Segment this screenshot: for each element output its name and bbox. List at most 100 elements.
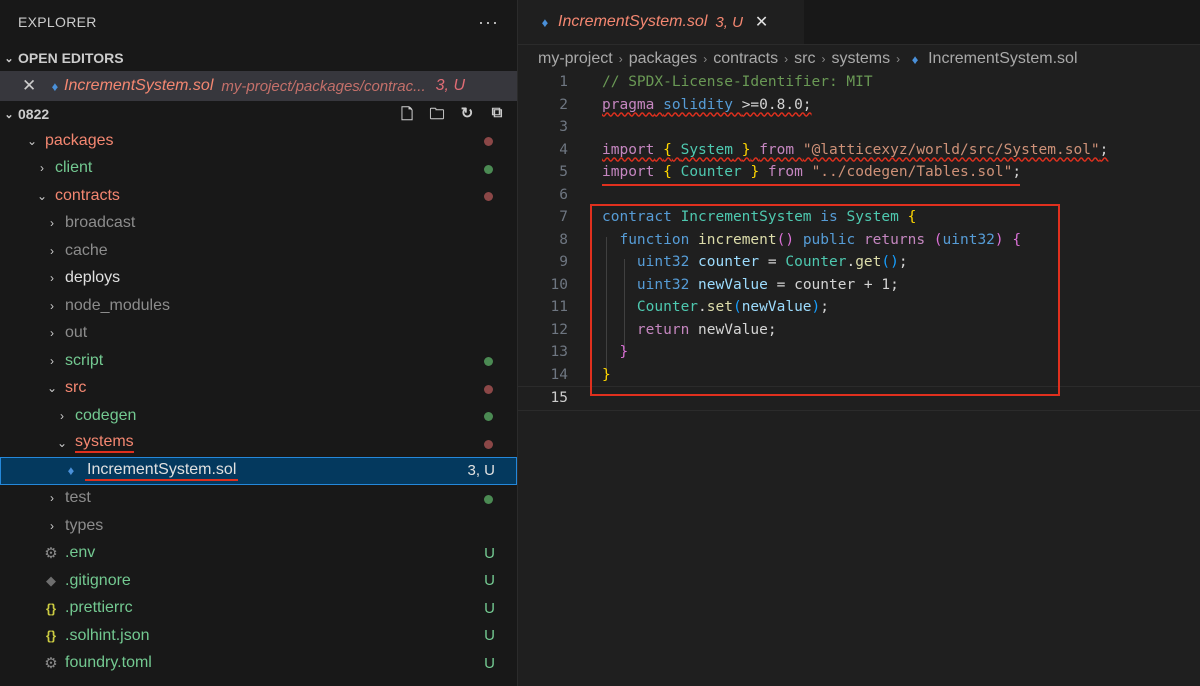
- chevron-right-icon: ›: [50, 243, 54, 258]
- workspace-folder-label: 0822: [18, 106, 50, 122]
- tab-strip: ♦ IncrementSystem.sol 3, U ✕: [518, 0, 1200, 45]
- breadcrumb-item[interactable]: packages: [629, 50, 698, 68]
- open-editor-badge: 3, U: [435, 77, 465, 94]
- chevron-right-icon: ›: [50, 298, 54, 313]
- chevron-right-icon: ›: [50, 518, 54, 533]
- tree-item-prettierrc[interactable]: {} .prettierrc U: [0, 595, 517, 623]
- solidity-file-icon: ♦: [51, 78, 59, 94]
- code-line: 3: [559, 119, 568, 136]
- status-dot: [484, 494, 493, 504]
- ellipsis-icon[interactable]: ···: [478, 12, 499, 33]
- chevron-right-icon: ›: [50, 491, 54, 506]
- chevron-right-icon: ›: [40, 161, 44, 176]
- git-icon: ◆: [46, 572, 56, 588]
- breadcrumb-item[interactable]: src: [794, 50, 815, 68]
- json-braces-icon: {}: [45, 628, 57, 644]
- tree-item-out[interactable]: › out: [0, 320, 517, 348]
- tab-badge: 3, U: [715, 13, 743, 31]
- solidity-file-icon: ♦: [911, 51, 919, 67]
- workspace-folder-header[interactable]: ⌄ 0822 🗋 🗀 ↻ ⧉: [0, 101, 517, 127]
- annotation-underline: [602, 184, 1020, 186]
- open-editors-header[interactable]: ⌄ OPEN EDITORS: [0, 44, 517, 72]
- tree-item-cache[interactable]: › cache: [0, 237, 517, 265]
- tree-item-systems[interactable]: ⌄ systems: [0, 430, 517, 458]
- tree-item-codegen[interactable]: › codegen: [0, 402, 517, 430]
- collapse-all-icon[interactable]: ⧉: [487, 104, 507, 124]
- tree-item-node-modules[interactable]: › node_modules: [0, 292, 517, 320]
- code-line: 1 // SPDX-License-Identifier: MIT: [559, 74, 873, 91]
- open-editor-path: my-project/packages/contrac...: [221, 77, 426, 95]
- file-status-badge: U: [484, 599, 495, 617]
- chevron-right-icon: ›: [703, 52, 708, 66]
- code-line: 4 import { System } from "@latticexyz/wo…: [559, 141, 1109, 158]
- open-editors-label: OPEN EDITORS: [18, 50, 124, 66]
- tree-item-src[interactable]: ⌄ src: [0, 375, 517, 403]
- chevron-right-icon: ›: [50, 353, 54, 368]
- breadcrumb-item[interactable]: systems: [831, 50, 890, 68]
- chevron-down-icon: ⌄: [56, 436, 68, 451]
- tree-item-client[interactable]: › client: [0, 155, 517, 183]
- code-line: 6: [559, 186, 568, 203]
- code-line: 2 pragma solidity >=0.8.0;: [559, 96, 812, 113]
- tree-item-foundry-toml[interactable]: ⚙ foundry.toml U: [0, 650, 517, 678]
- file-status-badge: U: [484, 654, 495, 672]
- open-editor-filename: IncrementSystem.sol: [64, 77, 214, 94]
- breadcrumb-item[interactable]: my-project: [538, 50, 613, 68]
- chevron-right-icon: ›: [50, 216, 54, 231]
- solidity-file-icon: ♦: [67, 463, 75, 479]
- status-dot: [484, 412, 493, 421]
- file-tree: node_modules ⌄ packages › client ⌄ contr…: [0, 113, 517, 677]
- tree-item-test[interactable]: › test: [0, 485, 517, 513]
- explorer-title: EXPLORER: [18, 14, 97, 30]
- breadcrumb: my-project › packages › contracts › src …: [518, 45, 1200, 73]
- status-dot: [484, 357, 493, 366]
- tree-item-types[interactable]: › types: [0, 512, 517, 540]
- tree-item-env[interactable]: ⚙ .env U: [0, 540, 517, 568]
- chevron-right-icon: ›: [784, 52, 789, 66]
- json-braces-icon: {}: [45, 600, 57, 616]
- editor-area: ♦ IncrementSystem.sol 3, U ✕ my-project …: [518, 0, 1200, 686]
- chevron-down-icon: ⌄: [4, 52, 14, 65]
- file-status-badge: 3, U: [467, 462, 495, 480]
- breadcrumb-item[interactable]: IncrementSystem.sol: [928, 50, 1077, 68]
- code-line: 5 import { Counter } from "../codegen/Ta…: [559, 164, 1022, 181]
- chevron-down-icon: ⌄: [36, 188, 48, 203]
- tree-item-script[interactable]: › script: [0, 347, 517, 375]
- file-status-badge: U: [484, 627, 495, 645]
- open-editor-item[interactable]: ✕ ♦ IncrementSystem.sol my-project/packa…: [0, 71, 517, 101]
- new-file-icon[interactable]: 🗋: [397, 104, 417, 124]
- tab-filename: IncrementSystem.sol: [558, 13, 708, 30]
- chevron-right-icon: ›: [60, 408, 64, 423]
- status-dot: [484, 192, 493, 201]
- status-dot: [484, 164, 493, 174]
- tree-item-solhint-json[interactable]: {} .solhint.json U: [0, 622, 517, 650]
- chevron-right-icon: ›: [618, 52, 623, 66]
- chevron-down-icon: ⌄: [46, 381, 58, 396]
- chevron-right-icon: ›: [50, 326, 54, 341]
- tree-item-broadcast[interactable]: › broadcast: [0, 210, 517, 238]
- tab-increment-system-sol[interactable]: ♦ IncrementSystem.sol 3, U ✕: [518, 0, 804, 44]
- tree-item-contracts[interactable]: ⌄ contracts: [0, 182, 517, 210]
- status-dot: [484, 137, 493, 146]
- chevron-right-icon: ›: [821, 52, 826, 66]
- chevron-down-icon: ⌄: [4, 108, 14, 121]
- breadcrumb-item[interactable]: contracts: [713, 50, 778, 68]
- explorer-header: EXPLORER ···: [0, 0, 517, 44]
- tree-item-packages[interactable]: ⌄ packages: [0, 127, 517, 155]
- chevron-down-icon: ⌄: [26, 133, 38, 148]
- folder-actions: 🗋 🗀 ↻ ⧉: [397, 104, 507, 124]
- status-dot: [484, 439, 493, 449]
- solidity-file-icon: ♦: [541, 14, 549, 30]
- file-status-badge: U: [484, 544, 495, 562]
- tree-item-deploys[interactable]: › deploys: [0, 265, 517, 293]
- gear-icon: ⚙: [44, 545, 58, 563]
- annotation-box: [590, 204, 1060, 396]
- tree-item-increment-system-sol[interactable]: ♦ IncrementSystem.sol 3, U: [0, 457, 517, 485]
- close-icon[interactable]: ✕: [22, 76, 46, 96]
- chevron-right-icon: ›: [50, 271, 54, 286]
- refresh-icon[interactable]: ↻: [457, 104, 477, 124]
- tree-item-gitignore[interactable]: ◆ .gitignore U: [0, 567, 517, 595]
- new-folder-icon[interactable]: 🗀: [427, 104, 447, 124]
- close-icon[interactable]: ✕: [755, 12, 768, 32]
- status-dot: [484, 384, 493, 394]
